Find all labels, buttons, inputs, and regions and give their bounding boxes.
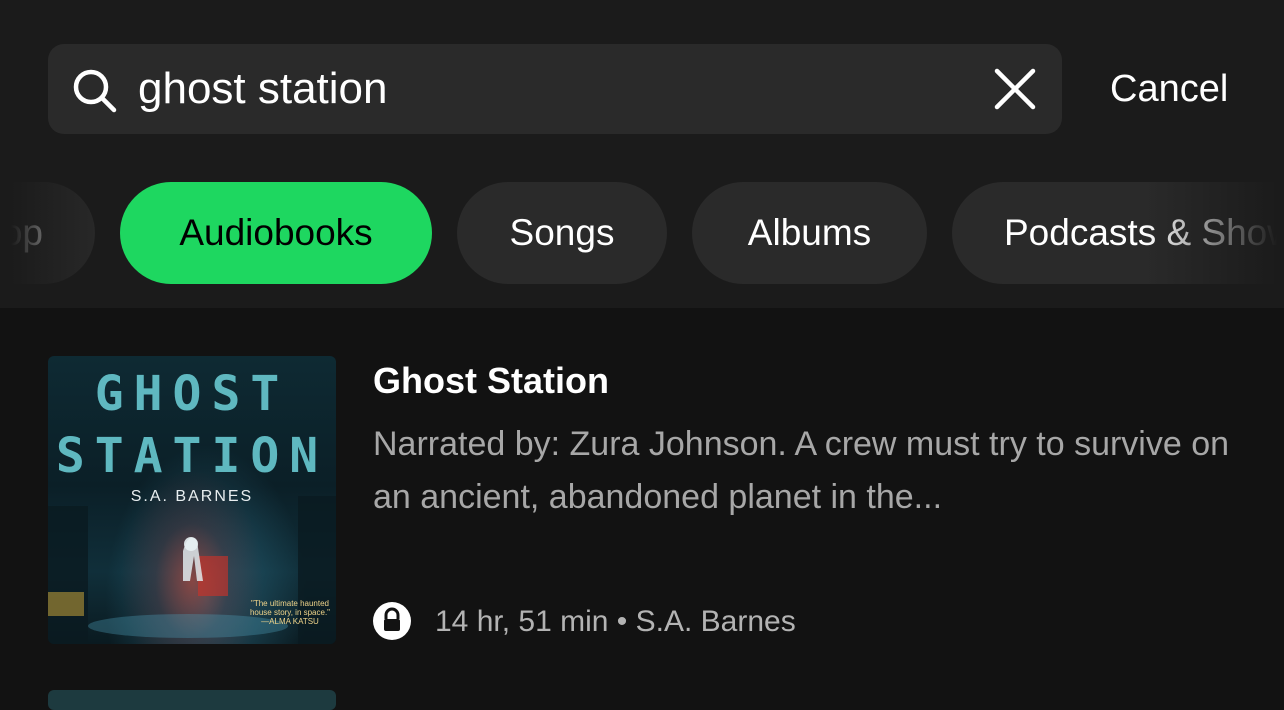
cancel-button[interactable]: Cancel [1110, 44, 1228, 134]
chip-songs[interactable]: Songs [457, 182, 667, 284]
chip-label: Albums [747, 212, 872, 253]
chip-label: Songs [509, 212, 615, 253]
chip-audiobooks[interactable]: Audiobooks [120, 182, 432, 284]
search-header: ghost station Cancel op Audiobooks Songs… [0, 0, 1284, 308]
audiobook-duration: 14 hr, 51 min [435, 605, 609, 638]
cover-title-line1: GHOST [94, 366, 290, 422]
meta-separator: • [616, 605, 628, 638]
search-icon [73, 69, 117, 113]
chip-label: Audiobooks [179, 212, 373, 253]
cover-title-line2: STATION [55, 428, 329, 484]
chip-albums[interactable]: Albums [692, 182, 927, 284]
chip-label: Podcasts & Shows [1004, 212, 1284, 253]
lock-icon [373, 602, 411, 641]
chip-podcasts-shows[interactable]: Podcasts & Shows [952, 182, 1284, 284]
search-bar[interactable]: ghost station [48, 44, 1062, 134]
search-input[interactable]: ghost station [138, 44, 388, 134]
next-result-cover[interactable] [48, 690, 336, 710]
audiobook-title[interactable]: Ghost Station [373, 360, 609, 402]
audiobook-meta: 14 hr, 51 min • S.A. Barnes [373, 600, 796, 644]
cover-author: S.A. BARNES [130, 488, 254, 505]
chip-partial-left[interactable]: op [0, 182, 95, 284]
chip-label: op [1, 212, 43, 253]
audiobook-result-row[interactable]: GHOST STATION S.A. BARNES "The ultimate … [48, 356, 1284, 644]
audiobook-description: Narrated by: Zura Johnson. A crew must t… [373, 425, 1230, 516]
audiobook-cover[interactable]: GHOST STATION S.A. BARNES "The ultimate … [48, 356, 336, 644]
close-icon[interactable] [994, 68, 1036, 110]
audiobook-author[interactable]: S.A. Barnes [636, 605, 796, 638]
filter-chips: op Audiobooks Songs Albums Podcasts & Sh… [0, 182, 1284, 284]
cover-quote: "The ultimate haunted house story, in sp… [249, 599, 331, 626]
